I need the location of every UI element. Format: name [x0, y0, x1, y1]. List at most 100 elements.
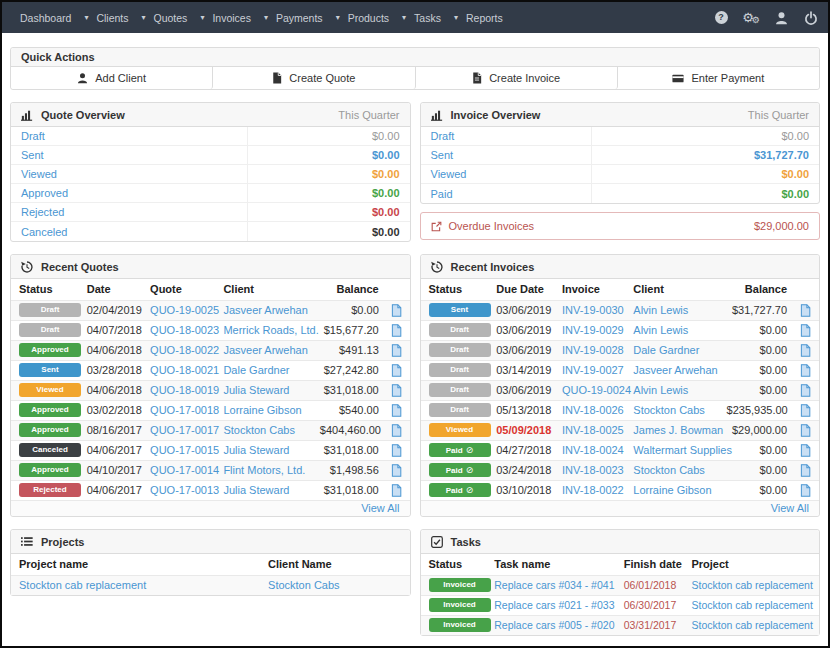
project-link[interactable]: Stockton cab replacement	[691, 619, 812, 631]
client-link[interactable]: Jasveer Arwehan	[223, 304, 307, 316]
overview-status-link[interactable]: Paid	[421, 184, 592, 203]
pdf-icon[interactable]	[800, 423, 811, 435]
pdf-icon[interactable]	[391, 303, 402, 315]
client-link[interactable]: Waltermart Supplies	[633, 444, 732, 456]
document-number-link[interactable]: INV-19-0029	[562, 324, 624, 336]
client-link[interactable]: Jasveer Arwehan	[223, 344, 307, 356]
document-number-link[interactable]: INV-19-0030	[562, 304, 624, 316]
project-link[interactable]: Stockton cab replacement	[691, 579, 812, 591]
document-number-link[interactable]: INV-19-0027	[562, 364, 624, 376]
chevron-down-icon[interactable]: ▾	[84, 13, 88, 22]
document-number-link[interactable]: QUO-19-0025	[150, 304, 219, 316]
project-link[interactable]: Stockton cab replacement	[19, 579, 146, 591]
client-link[interactable]: Alvin Lewis	[633, 324, 688, 336]
client-link[interactable]: Alvin Lewis	[633, 384, 688, 396]
help-icon[interactable]: ?	[706, 11, 736, 24]
client-link[interactable]: Stockton Cabs	[633, 464, 705, 476]
pdf-icon[interactable]	[391, 423, 402, 435]
pdf-icon[interactable]	[800, 343, 811, 355]
nav-item-quotes[interactable]: Quotes▾	[154, 12, 205, 24]
document-number-link[interactable]: QUO-17-0013	[150, 484, 219, 496]
task-link[interactable]: Replace cars #005 - #020	[494, 619, 614, 631]
pdf-icon[interactable]	[800, 383, 811, 395]
overview-status-link[interactable]: Canceled	[11, 222, 248, 241]
pdf-icon[interactable]	[800, 443, 811, 455]
recent-quotes-view-all[interactable]: View All	[361, 502, 399, 514]
pdf-icon[interactable]	[391, 383, 402, 395]
create-quote-button[interactable]: Create Quote	[213, 67, 415, 89]
document-number-link[interactable]: QUO-17-0015	[150, 444, 219, 456]
nav-item-dashboard[interactable]: Dashboard▾	[20, 12, 88, 24]
client-link[interactable]: Stockton Cabs	[268, 579, 340, 591]
chevron-down-icon[interactable]: ▾	[402, 13, 406, 22]
client-link[interactable]: Lorraine Gibson	[223, 404, 301, 416]
pdf-icon[interactable]	[391, 403, 402, 415]
document-number-link[interactable]: INV-19-0028	[562, 344, 624, 356]
task-link[interactable]: Replace cars #021 - #033	[494, 599, 614, 611]
document-number-link[interactable]: INV-18-0026	[562, 404, 624, 416]
pdf-icon[interactable]	[391, 363, 402, 375]
document-number-link[interactable]: QUO-19-0024	[562, 384, 631, 396]
project-link[interactable]: Stockton cab replacement	[691, 599, 812, 611]
overview-status-link[interactable]: Draft	[11, 127, 248, 145]
chevron-down-icon[interactable]: ▾	[264, 13, 268, 22]
chevron-down-icon[interactable]: ▾	[200, 13, 204, 22]
nav-item-clients[interactable]: Clients▾	[96, 12, 145, 24]
client-link[interactable]: Dale Gardner	[223, 364, 289, 376]
add-client-button[interactable]: Add Client	[11, 67, 213, 89]
document-number-link[interactable]: QUO-17-0014	[150, 464, 219, 476]
power-icon[interactable]	[796, 11, 826, 25]
pdf-icon[interactable]	[800, 463, 811, 475]
pdf-icon[interactable]	[391, 323, 402, 335]
nav-item-tasks[interactable]: Tasks▾	[414, 12, 458, 24]
document-number-link[interactable]: QUO-17-0017	[150, 424, 219, 436]
pdf-icon[interactable]	[800, 303, 811, 315]
enter-payment-button[interactable]: Enter Payment	[618, 67, 819, 89]
overview-status-link[interactable]: Viewed	[421, 165, 592, 183]
overview-status-link[interactable]: Sent	[421, 146, 592, 164]
nav-item-products[interactable]: Products▾	[348, 12, 406, 24]
client-link[interactable]: Dale Gardner	[633, 344, 699, 356]
document-number-link[interactable]: QUO-17-0018	[150, 404, 219, 416]
document-number-link[interactable]: INV-18-0025	[562, 424, 624, 436]
overview-status-link[interactable]: Viewed	[11, 165, 248, 183]
document-number-link[interactable]: QUO-18-0022	[150, 344, 219, 356]
user-icon[interactable]	[766, 11, 796, 25]
pdf-icon[interactable]	[391, 443, 402, 455]
chevron-down-icon[interactable]: ▾	[336, 13, 340, 22]
client-link[interactable]: Lorraine Gibson	[633, 484, 711, 496]
document-number-link[interactable]: INV-18-0023	[562, 464, 624, 476]
pdf-icon[interactable]	[391, 483, 402, 495]
client-link[interactable]: Flint Motors, Ltd.	[223, 464, 305, 476]
pdf-icon[interactable]	[800, 363, 811, 375]
client-link[interactable]: Stockton Cabs	[223, 424, 295, 436]
nav-item-payments[interactable]: Payments▾	[276, 12, 340, 24]
pdf-icon[interactable]	[391, 463, 402, 475]
client-link[interactable]: Julia Steward	[223, 484, 289, 496]
client-link[interactable]: James J. Bowman	[633, 424, 723, 436]
client-link[interactable]: Alvin Lewis	[633, 304, 688, 316]
pdf-icon[interactable]	[391, 343, 402, 355]
document-number-link[interactable]: INV-18-0022	[562, 484, 624, 496]
overview-status-link[interactable]: Rejected	[11, 203, 248, 221]
nav-item-reports[interactable]: Reports	[466, 12, 503, 24]
document-number-link[interactable]: QUO-18-0023	[150, 324, 219, 336]
task-link[interactable]: Replace cars #034 - #041	[494, 579, 614, 591]
client-link[interactable]: Julia Steward	[223, 444, 289, 456]
nav-item-invoices[interactable]: Invoices▾	[212, 12, 268, 24]
document-number-link[interactable]: QUO-18-0019	[150, 384, 219, 396]
overview-status-link[interactable]: Sent	[11, 146, 248, 164]
document-number-link[interactable]: QUO-18-0021	[150, 364, 219, 376]
client-link[interactable]: Merrick Roads, Ltd.	[223, 324, 318, 336]
overdue-invoices[interactable]: Overdue Invoices $29,000.00	[420, 212, 821, 240]
overview-status-link[interactable]: Approved	[11, 184, 248, 202]
pdf-icon[interactable]	[800, 403, 811, 415]
pdf-icon[interactable]	[800, 483, 811, 495]
overview-status-link[interactable]: Draft	[421, 127, 592, 145]
client-link[interactable]: Julia Steward	[223, 384, 289, 396]
client-link[interactable]: Stockton Cabs	[633, 404, 705, 416]
create-invoice-button[interactable]: Create Invoice	[416, 67, 618, 89]
chevron-down-icon[interactable]: ▾	[142, 13, 146, 22]
pdf-icon[interactable]	[800, 323, 811, 335]
client-link[interactable]: Jasveer Arwehan	[633, 364, 717, 376]
